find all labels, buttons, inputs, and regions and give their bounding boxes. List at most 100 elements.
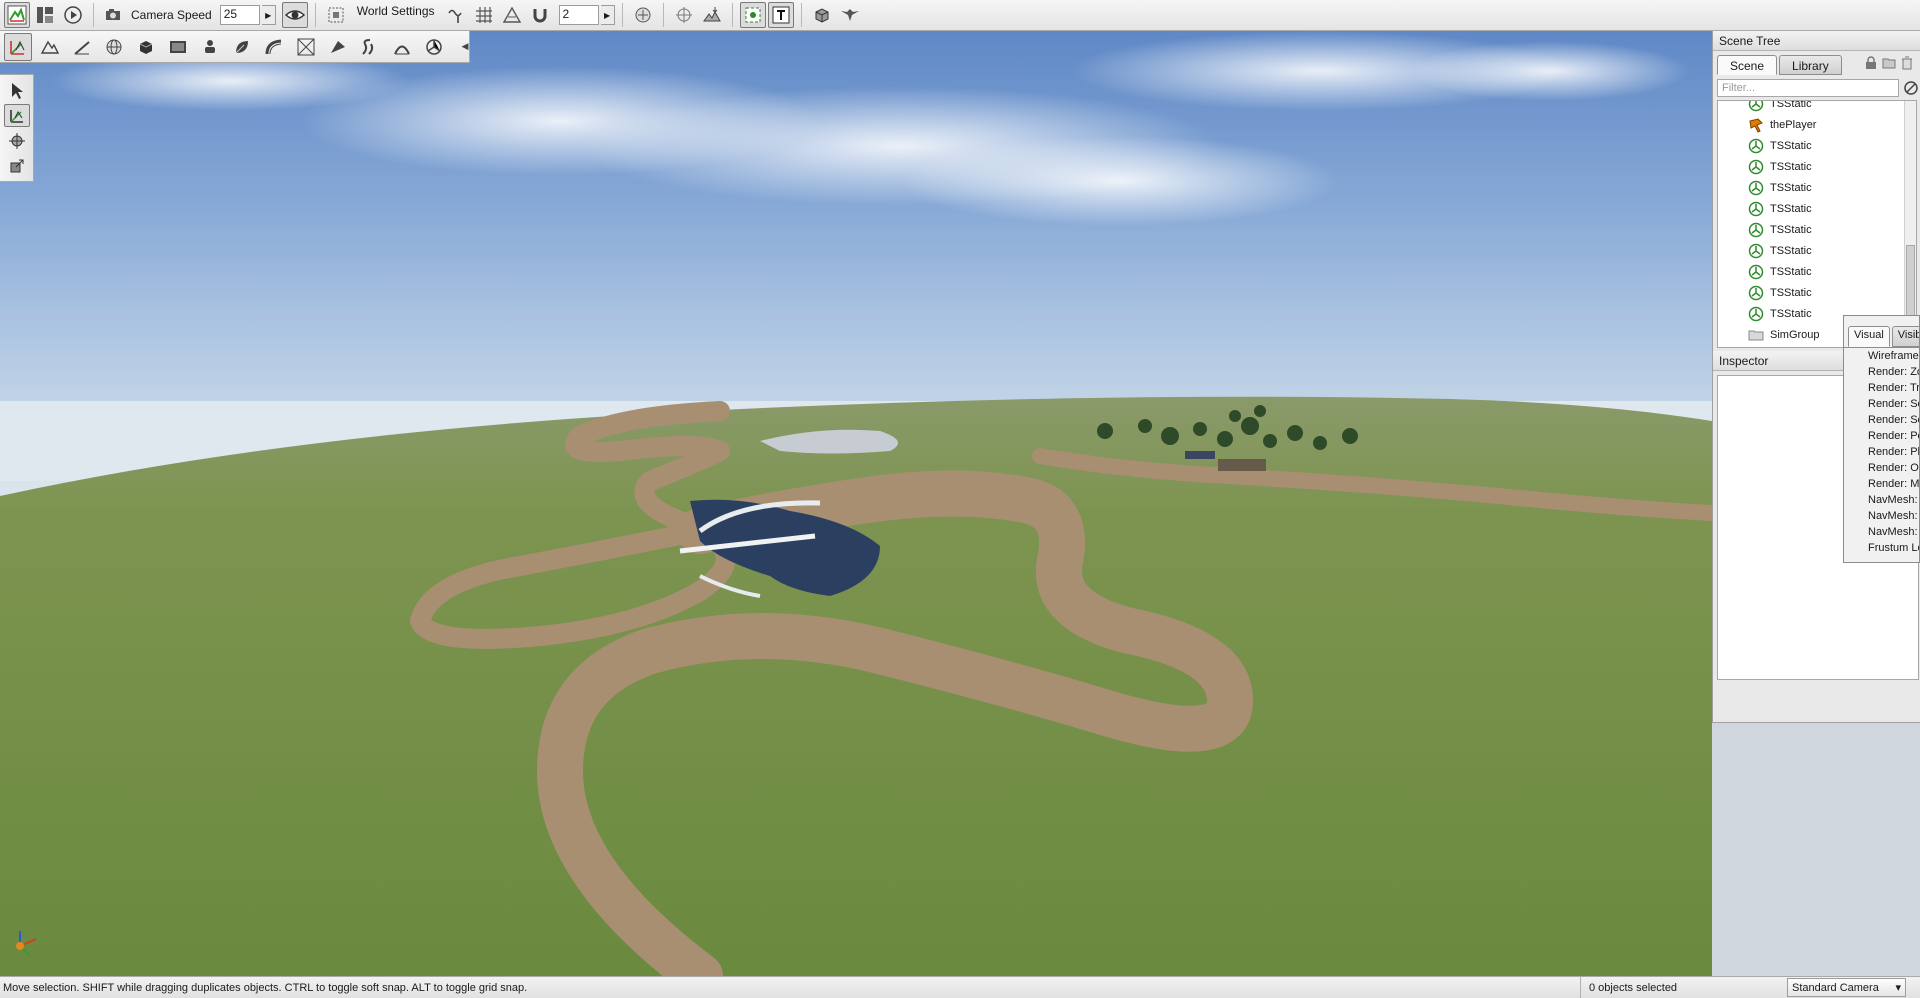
drop-at-button[interactable] — [699, 2, 725, 28]
gui-editor-button[interactable] — [32, 2, 58, 28]
object-center-button[interactable] — [630, 2, 656, 28]
grid-size-arrow[interactable]: ▶ — [600, 5, 615, 25]
scale-tool[interactable] — [4, 154, 30, 177]
tree-item[interactable]: TSStatic — [1718, 282, 1916, 303]
tree-filter-input[interactable]: Filter... — [1717, 79, 1899, 97]
tree-item[interactable]: TSStatic — [1718, 261, 1916, 282]
new-folder-icon[interactable] — [1882, 56, 1896, 70]
gui-editor-icon — [37, 7, 53, 23]
wings-icon — [840, 9, 859, 21]
terrain-editor-button[interactable] — [36, 33, 64, 61]
visibility-option[interactable]: Render: So — [1844, 396, 1919, 412]
tree-item-label: SimGroup — [1770, 328, 1820, 341]
river-editor-button[interactable] — [356, 33, 384, 61]
tree-item[interactable]: TSStatic — [1718, 100, 1916, 114]
3d-viewport[interactable] — [0, 31, 1712, 976]
tab-library[interactable]: Library — [1779, 55, 1842, 75]
camera-speed-arrow[interactable]: ▶ — [261, 5, 276, 25]
camera-mode-select[interactable]: Standard Camera ▾ — [1787, 978, 1906, 997]
select-icon — [745, 7, 761, 23]
object-editor-button[interactable] — [4, 32, 32, 61]
text-icon — [772, 6, 790, 24]
tree-item[interactable]: thePlayer — [1718, 114, 1916, 135]
navmesh-editor-button[interactable] — [292, 33, 320, 61]
tree-scrollbar[interactable] — [1904, 101, 1916, 347]
move-tool[interactable] — [3, 104, 30, 127]
select-object-button[interactable] — [739, 2, 766, 28]
camera-button[interactable] — [101, 2, 127, 28]
tree-item[interactable]: TSStatic — [1718, 156, 1916, 177]
magnet-snap-button[interactable] — [527, 2, 553, 28]
material-editor-button[interactable] — [100, 33, 128, 61]
terrain-painter-button[interactable] — [68, 33, 96, 61]
visibility-option[interactable]: NavMesh: — [1844, 524, 1919, 540]
bounds-snap-button[interactable] — [499, 2, 525, 28]
sketch-tool-button[interactable] — [132, 33, 160, 61]
visibility-option[interactable]: Frustum Lo — [1844, 540, 1919, 556]
lighting-button[interactable] — [809, 2, 835, 28]
visibility-popup-tabs: Visual Visib — [1844, 316, 1919, 348]
fit-view-button[interactable] — [323, 2, 349, 28]
datablock-editor-button[interactable] — [164, 33, 192, 61]
tab-visibility[interactable]: Visib — [1891, 326, 1919, 347]
tree-item-label: TSStatic — [1770, 202, 1812, 215]
visibility-button[interactable] — [281, 2, 308, 28]
select-arrow-tool[interactable] — [4, 79, 30, 102]
tsstatic-icon — [1748, 243, 1764, 258]
snap-terrain-icon — [447, 9, 462, 23]
scene-tree-panel: Scene Tree Scene Library Filter... TSSta… — [1712, 31, 1920, 351]
rotate-gizmo-icon — [8, 132, 25, 149]
world-editor-button[interactable] — [4, 2, 30, 28]
visibility-option[interactable]: Render: Zo — [1844, 364, 1919, 380]
text-label-button[interactable] — [767, 2, 794, 28]
decal-road-editor-button[interactable] — [388, 33, 416, 61]
tree-item-label: TSStatic — [1770, 100, 1812, 110]
delete-icon[interactable] — [1900, 56, 1914, 70]
mesh-road-editor-button[interactable] — [324, 33, 352, 61]
visibility-option[interactable]: Render: Mi — [1844, 476, 1919, 492]
tab-visual[interactable]: Visual — [1848, 326, 1890, 347]
tree-item[interactable]: TSStatic — [1718, 135, 1916, 156]
fit-view-icon — [328, 7, 344, 23]
tree-item-label: TSStatic — [1770, 181, 1812, 194]
play-game-button[interactable] — [60, 2, 86, 28]
tree-scrollbar-thumb[interactable] — [1906, 245, 1915, 319]
snap-to-terrain-button[interactable] — [443, 2, 469, 28]
world-settings-label[interactable]: World Settings — [351, 4, 441, 18]
folder-icon — [1748, 330, 1764, 340]
visibility-option[interactable]: Render: So — [1844, 412, 1919, 428]
visibility-option[interactable]: Render: Po — [1844, 428, 1919, 444]
visibility-option[interactable]: Wireframe — [1844, 348, 1919, 364]
grid-size-input[interactable]: 2 — [558, 5, 599, 25]
shape-editor-button[interactable] — [420, 33, 448, 61]
sphere-icon — [106, 39, 122, 54]
visibility-option[interactable]: Render: Oc — [1844, 460, 1919, 476]
tree-item[interactable]: TSStatic — [1718, 198, 1916, 219]
toolbar-separator — [662, 3, 664, 27]
camera-icon — [106, 9, 120, 20]
particle-editor-button[interactable] — [196, 33, 224, 61]
visibility-option[interactable]: Render: Tr — [1844, 380, 1919, 396]
world-axis-button[interactable] — [671, 2, 697, 28]
terrain-editor-icon — [40, 40, 60, 54]
forest-editor-button[interactable] — [228, 33, 256, 61]
tool-palette — [0, 74, 34, 182]
tree-item-label: TSStatic — [1770, 286, 1812, 299]
camera-speed-input[interactable]: 25 — [219, 5, 260, 25]
clear-filter-icon[interactable] — [1903, 79, 1919, 97]
tab-scene[interactable]: Scene — [1717, 55, 1778, 75]
rotate-tool[interactable] — [4, 129, 30, 152]
visibility-option[interactable]: NavMesh: — [1844, 492, 1919, 508]
toolbar-collapse-grip[interactable]: ◀ — [461, 33, 469, 59]
road-editor-button[interactable] — [260, 33, 288, 61]
lock-icon[interactable] — [1864, 56, 1878, 70]
decals-button[interactable] — [837, 2, 863, 28]
tree-item[interactable]: TSStatic — [1718, 177, 1916, 198]
tree-item[interactable]: TSStatic — [1718, 240, 1916, 261]
editor-tool-selector: ◀ — [0, 31, 470, 63]
tree-item[interactable]: TSStatic — [1718, 219, 1916, 240]
visibility-option[interactable]: NavMesh: — [1844, 508, 1919, 524]
grid-snap-button[interactable] — [471, 2, 497, 28]
visibility-option[interactable]: Render: Ph — [1844, 444, 1919, 460]
drop-icon — [702, 7, 721, 22]
